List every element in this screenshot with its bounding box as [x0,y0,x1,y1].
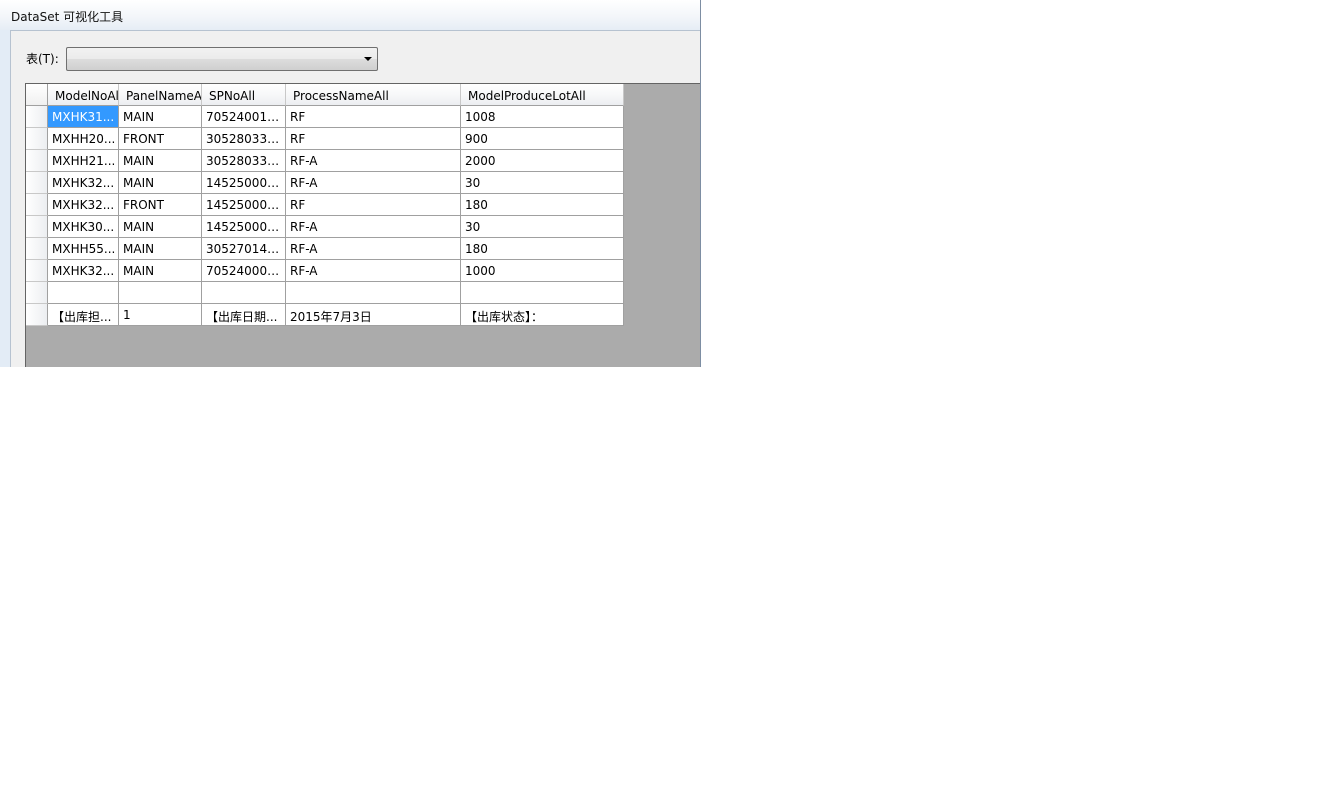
grid-cell[interactable]: RF-A [286,238,461,260]
grid-corner-header[interactable] [26,84,48,106]
grid-cell[interactable]: FRONT [119,128,202,150]
grid-cell[interactable]: 【出库日期... [202,304,286,326]
table-selector-combobox[interactable] [66,47,378,71]
grid-cell[interactable]: 1 [119,304,202,326]
grid-cell[interactable]: 1000 [461,260,624,282]
grid-cell[interactable]: 180 [461,238,624,260]
grid-cell[interactable]: 30 [461,216,624,238]
grid-cell[interactable]: RF-A [286,172,461,194]
grid-cell[interactable] [461,282,624,304]
grid-cell[interactable]: 900 [461,128,624,150]
grid-cell[interactable]: 1008 [461,106,624,128]
row-header[interactable] [26,282,48,304]
grid-cell[interactable]: 305280332... [202,128,286,150]
grid-cell[interactable] [48,282,119,304]
column-header-2[interactable]: SPNoAll [202,84,286,106]
grid-cell[interactable]: 305270147... [202,238,286,260]
chevron-down-icon[interactable] [364,57,372,61]
row-header[interactable] [26,304,48,326]
window-titlebar[interactable]: DataSet 可视化工具 [0,0,700,30]
grid-cell[interactable]: 145250005... [202,194,286,216]
row-header[interactable] [26,150,48,172]
grid-cell[interactable]: MXHH20... [48,128,119,150]
grid-cell[interactable]: MAIN [119,238,202,260]
grid-cell[interactable]: RF [286,194,461,216]
grid-cell[interactable] [202,282,286,304]
row-header[interactable] [26,216,48,238]
grid-cell[interactable]: MXHK31... [48,106,119,128]
grid-cell[interactable] [286,282,461,304]
row-header[interactable] [26,238,48,260]
row-header[interactable] [26,260,48,282]
grid-cell[interactable]: MXHK30... [48,216,119,238]
grid-cell[interactable]: 30 [461,172,624,194]
grid-cell[interactable]: 2015年7月3日 [286,304,461,326]
column-header-4[interactable]: ModelProduceLotAll [461,84,624,106]
grid-cell[interactable]: 705240000... [202,260,286,282]
grid-cell[interactable]: 【出库担... [48,304,119,326]
grid-cell[interactable]: RF-A [286,216,461,238]
grid-cell[interactable]: MXHK32... [48,194,119,216]
grid-cell[interactable]: RF [286,128,461,150]
grid-cell[interactable]: RF-A [286,260,461,282]
grid-cell[interactable]: MAIN [119,172,202,194]
grid-cell[interactable]: 2000 [461,150,624,172]
column-header-3[interactable]: ProcessNameAll [286,84,461,106]
grid-cell[interactable]: 180 [461,194,624,216]
grid-cell[interactable] [119,282,202,304]
table-selector-label: 表(T): [26,52,59,66]
window-title: DataSet 可视化工具 [11,10,124,24]
row-header[interactable] [26,106,48,128]
grid-cell[interactable]: RF [286,106,461,128]
column-header-0[interactable]: ModelNoAll [48,84,119,106]
grid-cell[interactable]: MAIN [119,106,202,128]
grid-cell[interactable]: MXHK32... [48,172,119,194]
grid-cell[interactable]: 【出库状态】： [461,304,624,326]
row-header[interactable] [26,128,48,150]
row-header[interactable] [26,194,48,216]
grid-cell[interactable]: RF-A [286,150,461,172]
grid-cell[interactable]: 305280332... [202,150,286,172]
grid-cell[interactable]: MXHH55... [48,238,119,260]
grid-cell[interactable]: 145250005... [202,216,286,238]
dataset-visualizer-window: DataSet 可视化工具 表(T): ModelNoAll PanelNameA… [0,0,701,367]
grid-cell[interactable]: MAIN [119,150,202,172]
data-grid[interactable]: ModelNoAll PanelNameAll SPNoAll ProcessName… [25,83,700,367]
column-header-1[interactable]: PanelNameAll [119,84,202,106]
grid-cell[interactable]: MXHK32... [48,260,119,282]
grid-cell[interactable]: MAIN [119,260,202,282]
grid-cell[interactable]: 705240011... [202,106,286,128]
grid-cell[interactable]: MXHH21... [48,150,119,172]
grid-cell[interactable]: FRONT [119,194,202,216]
grid-cell[interactable]: MAIN [119,216,202,238]
grid-cell[interactable]: 145250005... [202,172,286,194]
row-header[interactable] [26,172,48,194]
